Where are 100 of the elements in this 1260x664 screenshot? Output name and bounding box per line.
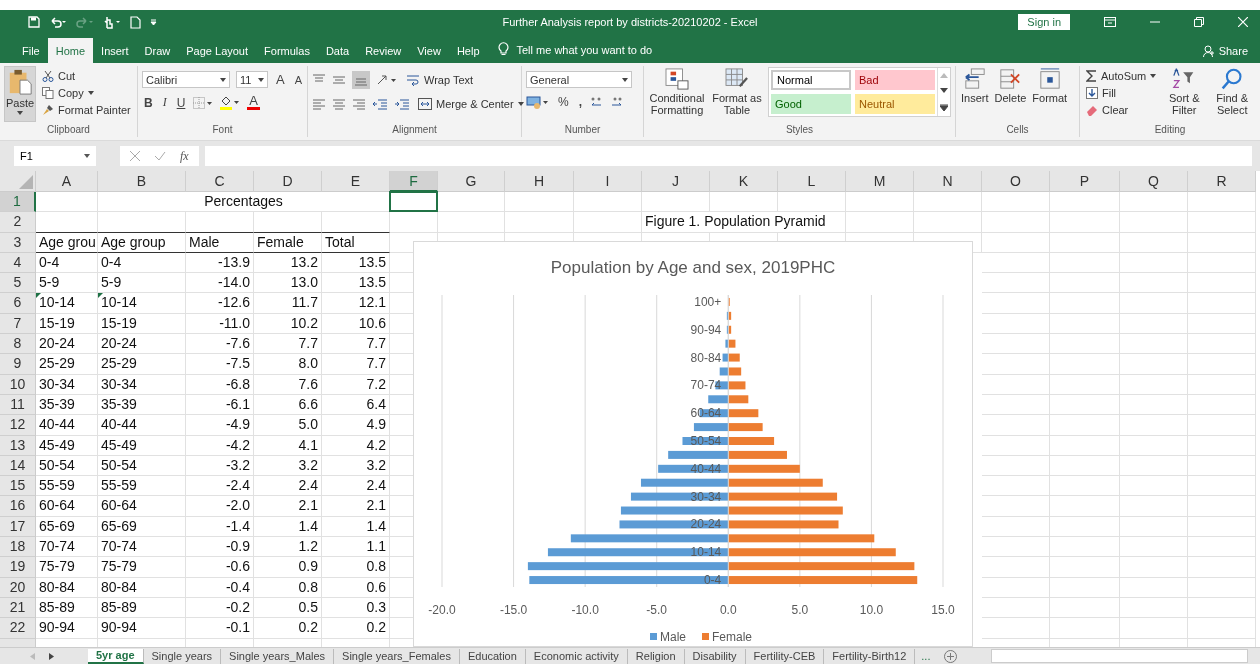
table-cell: 90-94: [98, 618, 186, 639]
table-cell: 1.1: [322, 537, 390, 558]
axis-label: 100+: [694, 294, 722, 309]
table-cell: 0.6: [322, 577, 390, 598]
table-cell: -4.2: [186, 435, 254, 456]
table-cell: 50-54: [36, 455, 98, 477]
table-cell: 0.2: [254, 618, 322, 639]
table-cell: 80-84: [36, 577, 98, 598]
group-label: Alignment: [391, 124, 438, 137]
table-cell: 90-94: [36, 618, 98, 639]
axis-label: 50-54: [690, 434, 722, 448]
table-cell: 45-49: [98, 435, 186, 456]
axis-label: 5.0: [791, 603, 809, 617]
table-cell: 0.2: [322, 618, 390, 639]
table-cell: 15-19: [98, 313, 186, 335]
group-label: Cells: [1005, 124, 1030, 137]
table-cell: -7.6: [186, 334, 254, 355]
table-cell: -13.9: [186, 252, 254, 274]
window-title: Further Analysis report by districts-20210202 - Excel: [502, 16, 758, 28]
table-cell: -6.8: [186, 374, 254, 395]
table-cell: 8.0: [254, 354, 322, 375]
table-cell: -4.9: [186, 415, 254, 436]
table-cell: 10.6: [322, 313, 390, 335]
table-cell: -1.4: [186, 516, 254, 538]
table-cell: -2.0: [186, 496, 254, 517]
group-label: Editing: [1153, 124, 1187, 137]
table-cell: 2.4: [254, 476, 322, 497]
axis-label: -10.0: [571, 603, 599, 617]
table-cell: 1.4: [254, 516, 322, 538]
table-cell: -0.1: [186, 618, 254, 639]
table-cell: 3.2: [254, 455, 322, 477]
table-cell: 15-19: [36, 313, 98, 335]
table-cell: -0.6: [186, 557, 254, 578]
table-cell: 75-79: [36, 557, 98, 578]
table-cell: 0.8: [254, 577, 322, 598]
table-cell: 5.0: [254, 415, 322, 436]
table-cell: 75-79: [98, 557, 186, 578]
table-cell: 50-54: [98, 455, 186, 477]
table-cell: 0-4: [98, 252, 186, 274]
axis-label: 80-84: [690, 350, 722, 365]
table-cell: 25-29: [98, 354, 186, 375]
table-cell: 20-24: [98, 334, 186, 355]
table-cell: 0.9: [254, 557, 322, 578]
table-cell: 2.4: [322, 476, 390, 497]
table-cell: 4.2: [322, 435, 390, 456]
table-cell: 30-34: [98, 374, 186, 395]
table-cell: -2.4: [186, 476, 254, 497]
axis-label: -5.0: [646, 603, 668, 617]
table-header: Female: [254, 232, 322, 253]
table-cell: -14.0: [186, 273, 254, 294]
group-label: Number: [563, 124, 602, 137]
axis-label: -20.0: [428, 603, 456, 617]
table-cell: 65-69: [98, 516, 186, 538]
axis-label: 10.0: [859, 603, 884, 617]
table-cell: -3.2: [186, 455, 254, 477]
table-cell: 2.1: [322, 496, 390, 517]
table-cell: 0.5: [254, 597, 322, 619]
table-cell: 6.4: [322, 394, 390, 416]
table-cell: 25-29: [36, 354, 98, 375]
axis-label: 15.0: [931, 603, 955, 617]
table-cell: 7.6: [254, 374, 322, 395]
table-cell: 5-9: [36, 273, 98, 294]
table-cell: 11.7: [254, 293, 322, 314]
table-cell: 13.2: [254, 252, 322, 274]
table-header: Age grou: [36, 232, 98, 253]
group-label: Clipboard: [46, 124, 91, 137]
table-cell: 35-39: [98, 394, 186, 416]
axis-label: 20-24: [690, 517, 722, 532]
table-cell: 7.7: [254, 334, 322, 355]
figure-caption: Figure 1. Population Pyramid: [642, 212, 846, 233]
table-cell: 7.7: [322, 334, 390, 355]
table-cell: 6.6: [254, 394, 322, 416]
table-cell: 13.0: [254, 273, 322, 294]
group-label: Font: [211, 124, 234, 137]
table-header: Male: [186, 232, 254, 253]
table-cell: 30-34: [36, 374, 98, 395]
table-cell: 85-89: [98, 597, 186, 619]
axis-label: 40-44: [690, 461, 722, 476]
table-cell: 0.8: [322, 557, 390, 578]
table-cell: 55-59: [98, 476, 186, 497]
table-cell: 80-84: [98, 577, 186, 598]
table-cell: 13.5: [322, 252, 390, 274]
table-cell: 55-59: [36, 476, 98, 497]
chart-title: Population by Age and sex, 2019PHC: [550, 258, 836, 277]
table-cell: 85-89: [36, 597, 98, 619]
table-cell: 7.2: [322, 374, 390, 395]
legend-label: Female: [712, 630, 752, 644]
axis-label: 0.0: [719, 603, 737, 617]
table-cell: 40-44: [98, 415, 186, 436]
table-cell: 60-64: [98, 496, 186, 517]
axis-label: 0-4: [703, 573, 722, 588]
table-cell: 65-69: [36, 516, 98, 538]
axis-label: 10-14: [690, 545, 722, 560]
table-cell: 1.4: [322, 516, 390, 538]
table-cell: -0.9: [186, 537, 254, 558]
legend-label: Male: [660, 630, 686, 644]
table-cell: 5-9: [98, 273, 186, 294]
table-cell: 70-74: [98, 537, 186, 558]
table-header: Total: [322, 232, 390, 253]
table-cell: 0.3: [322, 597, 390, 619]
